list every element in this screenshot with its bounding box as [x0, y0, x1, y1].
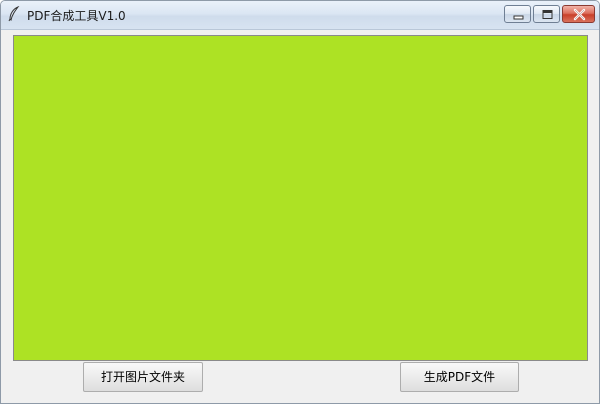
maximize-button[interactable] — [533, 5, 560, 23]
app-window: PDF合成工具V1.0 打开图片文件夹 生成PDF文件 — [0, 0, 600, 404]
open-image-folder-button[interactable]: 打开图片文件夹 — [83, 362, 203, 392]
preview-canvas[interactable] — [13, 35, 588, 361]
window-title: PDF合成工具V1.0 — [27, 9, 126, 23]
client-area: 打开图片文件夹 生成PDF文件 — [1, 30, 599, 403]
feather-icon — [7, 5, 21, 22]
title-bar[interactable]: PDF合成工具V1.0 — [1, 1, 599, 30]
minimize-button[interactable] — [504, 5, 531, 23]
close-button[interactable] — [562, 5, 595, 23]
generate-pdf-button[interactable]: 生成PDF文件 — [400, 362, 519, 392]
